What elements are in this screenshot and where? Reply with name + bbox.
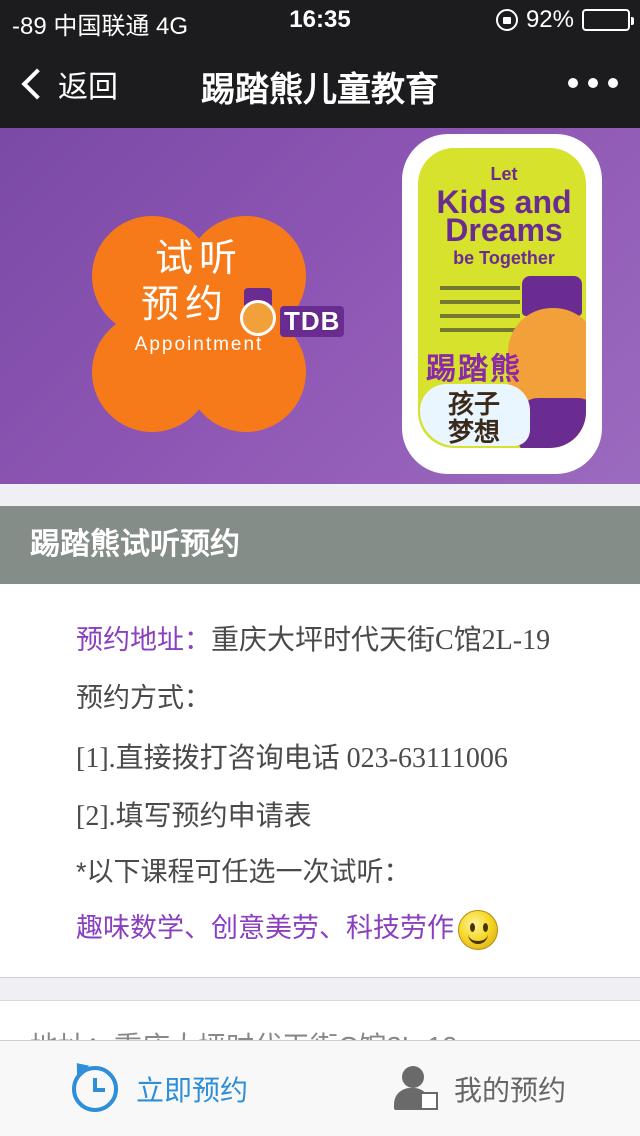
tdb-logo: TDB — [280, 306, 345, 337]
section-title: 踢踏熊试听预约 — [0, 506, 640, 584]
method-phone[interactable]: [1].直接拨打咨询电话 023-63111006 — [76, 736, 508, 776]
poster-slogan: 孩子 梦想 — [448, 389, 501, 447]
method-label: 预约方式： — [76, 683, 211, 713]
bottom-tab-bar: 立即预约 我的预约 — [0, 1040, 640, 1136]
badge-en: Appointment — [134, 334, 264, 355]
status-bar: -89 中国联通 4G 16:35 92% — [0, 0, 640, 40]
peek-address: 地址：重庆大坪时代天街C馆2L-19 — [30, 1025, 458, 1040]
more-dots-icon[interactable] — [568, 78, 618, 88]
bear-mascot-icon — [240, 300, 276, 336]
tab-my-bookings[interactable]: 我的预约 — [392, 1041, 566, 1136]
tab-book-label: 立即预约 — [136, 1075, 249, 1106]
poster-title-3: Dreams — [445, 212, 563, 248]
method-form: [2].填写预约申请表 — [76, 801, 312, 832]
nav-bar: 返回 踢踏熊儿童教育 — [0, 40, 640, 128]
course-list: 趣味数学、创意美劳、科技劳作 — [76, 906, 498, 950]
address-label: 预约地址： — [76, 625, 211, 655]
poster-image: Let Kids and Dreams be Together 踢踏熊 孩子 梦… — [402, 134, 602, 474]
poster-brand: 踢踏熊 — [426, 353, 522, 386]
battery-percent: 92% — [525, 6, 574, 33]
poster-title-4: be Together — [453, 248, 555, 268]
course-note: *以下课程可任选一次试听： — [76, 857, 411, 887]
address-row: 预约地址：重庆大坪时代天街C馆2L-19 — [76, 618, 550, 658]
address-peek-row[interactable]: 地址：重庆大坪时代天街C馆2L-19 — [0, 1000, 640, 1040]
smiley-emoji-icon — [458, 909, 498, 950]
page-title: 踢踏熊儿童教育 — [201, 71, 439, 109]
tab-mine-label: 我的预约 — [454, 1075, 567, 1106]
clock-refresh-icon — [70, 1058, 118, 1112]
status-right: 92% — [495, 6, 634, 34]
poster-text-lines — [440, 286, 520, 342]
battery-icon — [582, 9, 634, 31]
address-value: 重庆大坪时代天街C馆2L-19 — [211, 625, 551, 656]
badge-line1: 试听 — [154, 238, 243, 280]
person-calendar-icon — [392, 1066, 438, 1112]
orientation-lock-icon — [495, 9, 518, 31]
info-card: 预约地址：重庆大坪时代天街C馆2L-19 预约方式： [1].直接拨打咨询电话 … — [0, 584, 640, 978]
promo-banner: 试听 预约 Appointment TDB Let Kids and Dream… — [0, 128, 640, 484]
tab-book-now[interactable]: 立即预约 — [70, 1041, 249, 1136]
